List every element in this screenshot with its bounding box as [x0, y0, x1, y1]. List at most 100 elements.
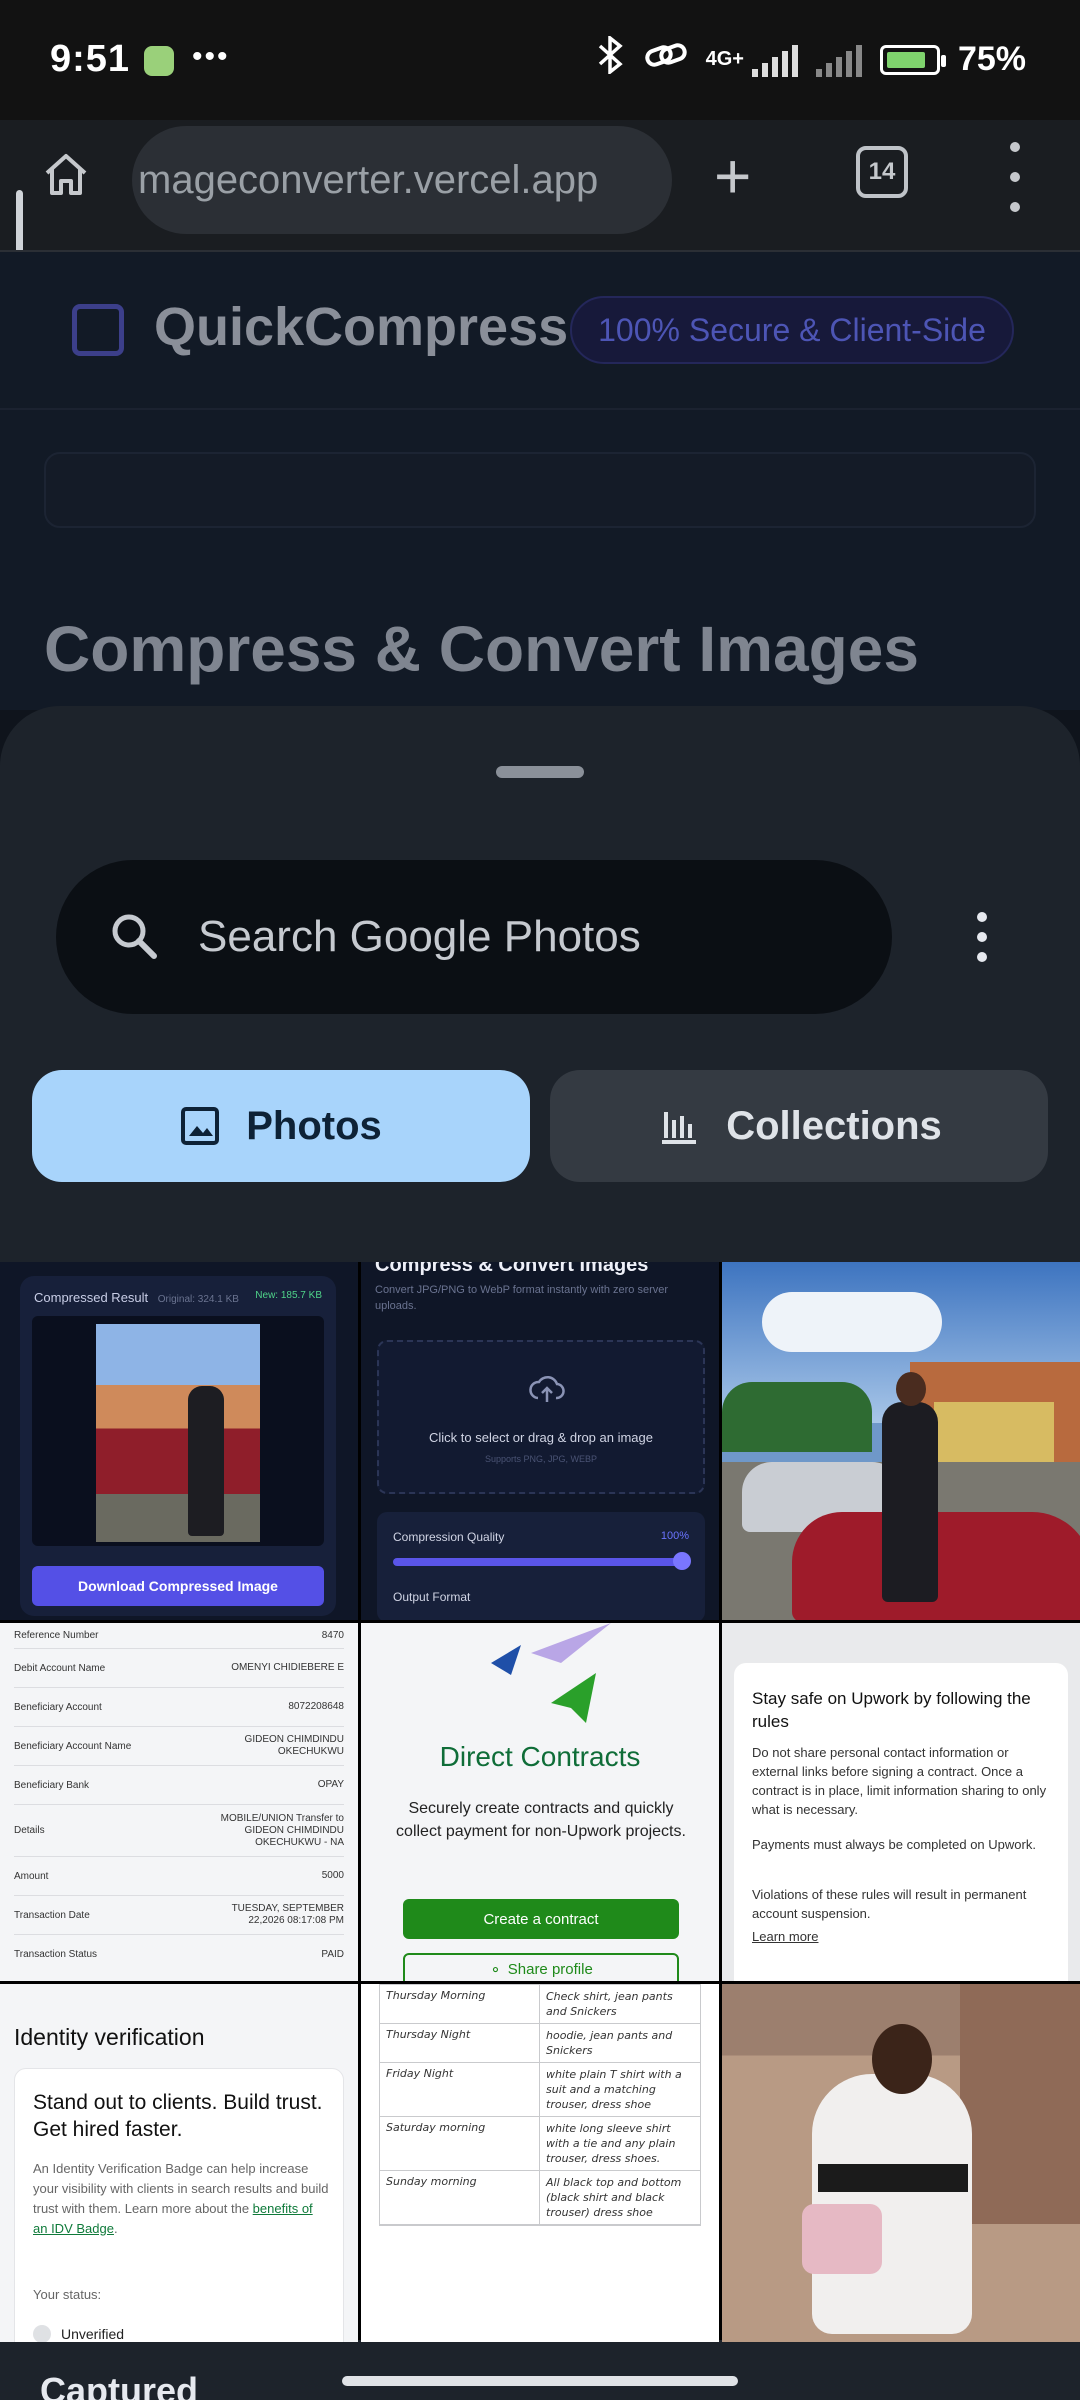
photo-thumbnail[interactable]: Stay safe on Upwork by following the rul…: [722, 1623, 1080, 1981]
receipt-row: Beneficiary Account Name GIDEON CHIMDINDU…: [14, 1727, 344, 1766]
slider-knob: [673, 1552, 691, 1570]
image-icon: [72, 304, 124, 356]
row-value: GIDEON CHIMDINDU OKECHUKWU: [244, 1734, 344, 1757]
receipt-row: Amount 5000: [14, 1857, 344, 1896]
row-label: Beneficiary Bank: [14, 1779, 90, 1791]
row-value: PAID: [321, 1948, 344, 1960]
row-value: 8072208648: [288, 1701, 344, 1712]
bluetooth-icon: [596, 34, 626, 83]
receipt-row: Debit Account Name OMENYI CHIDIEBERE E: [14, 1649, 344, 1688]
tab-switcher-button[interactable]: 14: [856, 146, 908, 198]
share-profile-label: Share profile: [507, 1961, 593, 1978]
tab-collections[interactable]: Collections: [550, 1070, 1048, 1182]
site-banner: [44, 452, 1036, 528]
signal-2-icon: [815, 43, 862, 77]
search-bar[interactable]: Search Google Photos: [56, 860, 892, 1014]
table-row: Thursday Night hoodie, jean pants and Sni…: [380, 2024, 700, 2063]
row-label: Beneficiary Account Name: [14, 1740, 132, 1752]
browser-menu-button[interactable]: [1000, 142, 1030, 212]
share-profile-button: ⚬ Share profile: [403, 1953, 679, 1981]
output-format-label: Output Format: [393, 1590, 471, 1604]
tab-photos-label: Photos: [246, 1103, 382, 1148]
rules-p2: Payments must always be completed on Upw…: [752, 1837, 1036, 1852]
table-row: Thursday Morning Check shirt, jean pants …: [380, 1985, 700, 2024]
photo-thumbnail[interactable]: [722, 1984, 1080, 2342]
home-button[interactable]: [34, 142, 98, 206]
status-bar: 9:51 ••• 4G+ 75%: [0, 0, 1080, 120]
status-dot-icon: [33, 2325, 51, 2342]
receipt-row: Transaction Status PAID: [14, 1935, 344, 1974]
outfit-table: Thursday Morning Check shirt, jean pants …: [379, 1984, 701, 2226]
photo-thumbnail[interactable]: [722, 1262, 1080, 1620]
status-label: Your status:: [33, 2287, 102, 2302]
outfit-cell: hoodie, jean pants and Snickers: [546, 2029, 673, 2057]
compressed-result-label: Compressed Result: [34, 1290, 149, 1305]
identity-body: An Identity Verification Badge can help …: [33, 2161, 329, 2236]
outfit-cell: white plain T shirt with a suit and a ma…: [546, 2068, 682, 2111]
receipt-row: Transaction Date TUESDAY, SEPTEMBER 22,20…: [14, 1896, 344, 1935]
url-text: mageconverter.vercel.app: [138, 157, 599, 202]
identity-card: Stand out to clients. Build trust. Get h…: [14, 2068, 344, 2342]
secure-badge: 100% Secure & Client-Side: [570, 296, 1014, 364]
site-header: QuickCompress 100% Secure & Client-Side: [0, 250, 1080, 410]
compressed-result-title: Compressed Result Original: 324.1 KB: [34, 1290, 239, 1305]
original-size: Original: 324.1 KB: [157, 1294, 239, 1305]
thumb-heading: Compress & Convert Images: [375, 1262, 649, 1276]
photo-thumbnail[interactable]: Direct Contracts Securely create contrac…: [361, 1623, 719, 1981]
collections-icon: [662, 1112, 697, 1144]
outfit-cell: white long sleeve shirt with a tie and a…: [546, 2122, 676, 2165]
photo-thumbnail[interactable]: Compress & Convert Images Convert JPG/PN…: [361, 1262, 719, 1620]
row-value: OMENYI CHIDIEBERE E: [231, 1662, 344, 1673]
photo-thumbnail[interactable]: Identity verification Stand out to clien…: [0, 1984, 358, 2342]
day-cell: Thursday Night: [380, 2024, 540, 2062]
row-label: Transaction Date: [14, 1909, 90, 1921]
receipt-row: Beneficiary Account 8072208648: [14, 1688, 344, 1727]
drop-text: Click to select or drag & drop an image: [429, 1430, 653, 1445]
section-heading-peek: Captured: [40, 2370, 199, 2400]
row-value: MOBILE/UNION Transfer to GIDEON CHIMDIND…: [220, 1812, 344, 1848]
row-label: Reference Number: [14, 1630, 99, 1641]
quality-panel: Compression Quality 100% Output Format: [377, 1512, 705, 1620]
status-time: 9:51: [50, 38, 131, 80]
row-label: Details: [14, 1825, 45, 1836]
photo-thumbnail[interactable]: Thursday Morning Check shirt, jean pants …: [361, 1984, 719, 2342]
address-bar[interactable]: mageconverter.vercel.app: [132, 126, 672, 234]
drop-support: Supports PNG, JPG, WEBP: [484, 1454, 598, 1464]
quality-label: Compression Quality: [393, 1530, 505, 1544]
battery-icon: [879, 44, 946, 75]
rules-heading: Stay safe on Upwork by following the rul…: [752, 1689, 1031, 1731]
drag-handle[interactable]: [496, 766, 584, 778]
row-label: Debit Account Name: [14, 1662, 106, 1674]
row-value: 5000: [321, 1870, 344, 1881]
page-heading: Compress & Convert Images: [44, 613, 919, 685]
table-row: Saturday morning white long sleeve shirt …: [380, 2117, 700, 2171]
phone-screen: 9:51 ••• 4G+ 75% mageconverter.vercel.ap…: [0, 0, 1080, 2400]
photo-thumbnail[interactable]: Reference Number 8470 Debit Account Name O…: [0, 1623, 358, 1981]
app-notification-icon: [144, 46, 174, 76]
signal-1-icon: [751, 43, 798, 77]
share-icon: ⚬: [489, 1962, 502, 1979]
battery-level: 75%: [957, 40, 1026, 78]
tab-photos[interactable]: Photos: [32, 1070, 530, 1182]
more-options-icon[interactable]: [972, 912, 992, 962]
row-label: Transaction Status: [14, 1949, 98, 1960]
link-icon: [644, 38, 688, 81]
network-type: 4G+: [705, 48, 744, 70]
row-value: OPAY: [317, 1779, 344, 1790]
result-preview: [32, 1316, 324, 1546]
gesture-nav-bar[interactable]: [342, 2376, 738, 2386]
row-value: 8470: [321, 1629, 344, 1641]
status-value: Unverified: [33, 2325, 124, 2342]
outfit-cell: All black top and bottom (black shirt an…: [546, 2176, 682, 2219]
search-placeholder: Search Google Photos: [198, 912, 641, 961]
photo-grid: Compressed Result Original: 324.1 KB New…: [0, 1262, 1080, 2342]
row-label: Beneficiary Account: [14, 1701, 102, 1713]
direct-contracts-desc: Securely create contracts and quickly co…: [396, 1800, 686, 1840]
web-page: QuickCompress 100% Secure & Client-Side …: [0, 250, 1080, 710]
paper-planes-icon: [491, 1623, 611, 1723]
tab-collections-label: Collections: [726, 1103, 942, 1148]
new-tab-button[interactable]: +: [714, 144, 751, 208]
drop-zone: Click to select or drag & drop an image …: [377, 1340, 705, 1494]
site-name: QuickCompress: [154, 297, 569, 357]
photo-thumbnail[interactable]: Compressed Result Original: 324.1 KB New…: [0, 1262, 358, 1620]
